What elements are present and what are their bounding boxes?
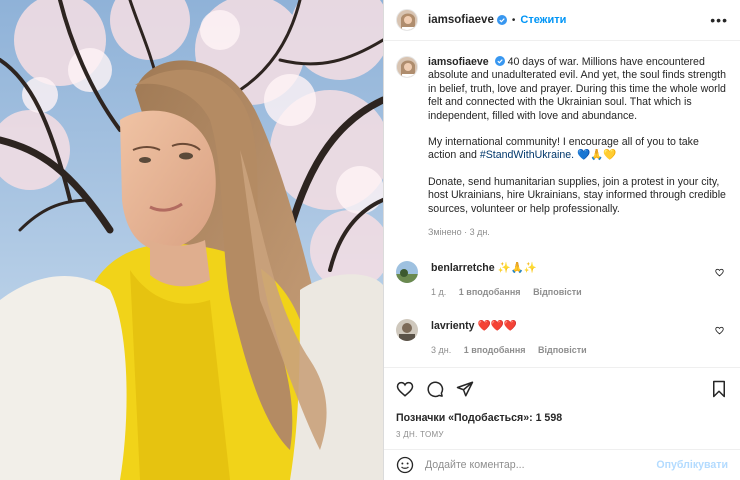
caption-text-3: Donate, send humanitarian supplies, join… (428, 175, 726, 215)
caption-paragraph-2: My international community! I encourage … (428, 136, 728, 163)
like-comment-heart-icon[interactable] (715, 326, 724, 335)
comment-likes[interactable]: 1 вподобання (459, 287, 521, 297)
comment-time: 1 д. (431, 287, 447, 298)
comment-row: lavrienty ❤️❤️❤️ 3 дн. 1 вподобання Відп… (396, 319, 728, 355)
post-image (0, 0, 383, 480)
follow-button[interactable]: Стежити (520, 14, 566, 26)
add-comment-bar: Опублікувати (384, 449, 740, 480)
caption-avatar[interactable] (396, 56, 418, 78)
post-photo[interactable] (0, 0, 383, 480)
post-actions: Позначки «Подобається»: 1 598 3 ДН. ТОМУ (384, 367, 740, 439)
comment-text: ✨🙏✨ (497, 262, 538, 275)
comment-row: benlarretche ✨🙏✨ 1 д. 1 вподобання Відпо… (396, 261, 728, 297)
verified-badge-icon (494, 56, 505, 66)
comments-list[interactable]: iamsofiaeve 40 days of war. Millions hav… (384, 42, 740, 366)
like-heart-icon[interactable] (396, 380, 414, 398)
post-timestamp: 3 ДН. ТОМУ (396, 430, 444, 439)
caption-paragraph-1: iamsofiaeve 40 days of war. Millions hav… (428, 56, 728, 123)
commenter-avatar[interactable] (396, 261, 418, 284)
post-header: iamsofiaeve • Стежити ••• (384, 0, 740, 41)
commenter-username[interactable]: lavrienty (431, 320, 475, 332)
separator-dot: • (511, 14, 516, 26)
hashtag-link[interactable]: #StandWithUkraine. (480, 149, 574, 161)
reply-button[interactable]: Відповісти (533, 287, 582, 297)
author-avatar[interactable] (396, 9, 418, 31)
share-paper-plane-icon[interactable] (456, 380, 474, 398)
more-options-icon[interactable]: ••• (710, 12, 728, 28)
post-side-panel: iamsofiaeve • Стежити ••• iamsofiaeve 40… (383, 0, 740, 480)
commenter-avatar[interactable] (396, 319, 418, 342)
like-comment-heart-icon[interactable] (715, 268, 724, 277)
caption-emojis: 💙🙏💛 (577, 149, 617, 162)
commenter-username[interactable]: benlarretche (431, 262, 495, 274)
verified-badge-icon (496, 15, 507, 25)
caption-meta: Змінено · 3 дн. (428, 227, 490, 238)
comment-text: ❤️❤️❤️ (477, 320, 518, 333)
save-bookmark-icon[interactable] (710, 380, 728, 398)
reply-button[interactable]: Відповісти (538, 345, 587, 355)
author-username[interactable]: iamsofiaeve (428, 14, 494, 26)
comment-input[interactable] (425, 459, 657, 471)
caption-username[interactable]: iamsofiaeve (428, 56, 489, 68)
post-comment-button[interactable]: Опублікувати (656, 459, 728, 471)
likes-count[interactable]: Позначки «Подобається»: 1 598 (396, 412, 728, 424)
comment-bubble-icon[interactable] (426, 380, 444, 398)
comment-time: 3 дн. (431, 345, 452, 356)
caption-paragraph-3: Donate, send humanitarian supplies, join… (428, 176, 728, 216)
comment-likes[interactable]: 1 вподобання (464, 345, 526, 355)
post-caption: iamsofiaeve 40 days of war. Millions hav… (396, 56, 728, 239)
emoji-smiley-icon[interactable] (396, 456, 414, 474)
